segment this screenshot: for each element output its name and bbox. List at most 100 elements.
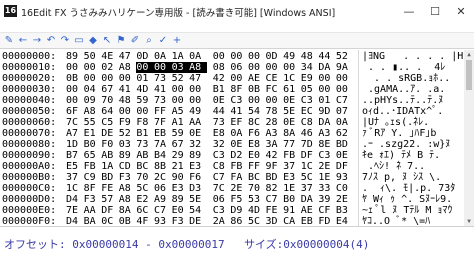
hex-byte[interactable]: 39 — [318, 194, 336, 205]
hex-byte[interactable]: 0D — [136, 51, 154, 62]
hex-byte[interactable]: 37 — [283, 161, 301, 172]
scroll-up-icon[interactable]: ▲ — [464, 50, 474, 59]
hex-byte[interactable]: 34 — [301, 62, 319, 73]
hex-byte[interactable]: F5 — [230, 194, 248, 205]
hex-byte[interactable]: 54 — [248, 106, 266, 117]
hex-byte[interactable]: 00 — [136, 106, 154, 117]
hex-byte[interactable]: 09 — [84, 95, 102, 106]
hex-byte[interactable]: C7 — [336, 95, 354, 106]
hex-byte[interactable]: 70 — [248, 183, 266, 194]
hex-byte[interactable]: D4 — [66, 194, 84, 205]
hex-byte[interactable]: FB — [283, 150, 301, 161]
row-ascii[interactable]: .ｰ .szg22. :w}ﾇ — [362, 139, 462, 150]
hex-byte[interactable]: 32 — [189, 139, 207, 150]
hex-byte[interactable]: 6F — [66, 106, 84, 117]
hex-byte[interactable]: 0A — [336, 117, 354, 128]
hex-byte[interactable]: C3 — [301, 95, 319, 106]
hex-byte[interactable]: 1E — [283, 183, 301, 194]
row-hex-bytes[interactable]: 00 00 02 A8 00 00 03 A8 08 06 00 00 00 34 DA 9A — [66, 62, 356, 73]
arrow-right-icon[interactable]: → — [31, 35, 43, 47]
hex-byte[interactable]: 6C — [136, 205, 154, 216]
hex-byte[interactable]: 00 — [189, 95, 207, 106]
hex-byte[interactable]: DE — [101, 128, 119, 139]
hex-byte[interactable]: 5C — [301, 172, 319, 183]
hex-byte[interactable]: 21 — [172, 161, 190, 172]
hex-byte[interactable]: C7 — [266, 194, 284, 205]
hex-byte[interactable]: FE — [266, 205, 284, 216]
hex-byte[interactable]: 00 — [101, 73, 119, 84]
hex-byte[interactable]: 50 — [84, 51, 102, 62]
row-hex-bytes[interactable]: E5 FB 1A CD BC 8B 21 E3 C8 FB FF 9F 37 1C 2E DF — [66, 161, 356, 172]
row-hex-bytes[interactable]: 89 50 4E 47 0D 0A 1A 0A 00 00 00 0D 49 48 44 52 — [66, 51, 356, 62]
bookmark-icon[interactable]: ⚑ — [115, 35, 127, 47]
redo-icon[interactable]: ↷ — [59, 35, 71, 47]
hex-byte[interactable]: 00 — [66, 95, 84, 106]
hex-byte[interactable]: 00 — [172, 95, 190, 106]
row-ascii[interactable]: ｷe ｫｴ) ﾃﾒ B ﾃ. — [362, 150, 462, 161]
hex-byte[interactable]: 73 — [154, 73, 172, 84]
hex-byte[interactable]: 00 — [84, 73, 102, 84]
row-ascii[interactable]: .gAMA..ｱ. .a. — [362, 84, 462, 95]
hex-byte[interactable]: 0E — [230, 139, 248, 150]
row-hex-bytes[interactable]: B7 65 AB 89 AB B4 29 89 C3 D2 E0 42 FB DF C3 0E — [66, 150, 356, 161]
hex-byte[interactable]: 03 — [171, 62, 190, 73]
hex-byte[interactable]: 00 — [119, 73, 137, 84]
hex-byte[interactable]: 7A — [154, 139, 172, 150]
hex-byte[interactable]: FC — [266, 84, 284, 95]
hex-byte[interactable]: 9D — [318, 106, 336, 117]
row-hex-bytes[interactable]: A7 E1 DE 52 B1 EB 59 0E E8 0A F6 A3 8A 46 A3 62 — [66, 128, 356, 139]
hex-byte[interactable]: FB — [84, 161, 102, 172]
hex-byte[interactable]: C3 — [230, 95, 248, 106]
hex-byte[interactable]: E3 — [172, 183, 190, 194]
pin-icon[interactable]: ✎ — [3, 35, 15, 47]
hex-byte[interactable]: 00 — [153, 62, 172, 73]
hex-byte[interactable]: 00 — [84, 62, 102, 73]
hex-byte[interactable]: C8 — [301, 117, 319, 128]
hex-byte[interactable]: 07 — [336, 106, 354, 117]
hex-byte[interactable]: 41 — [154, 84, 172, 95]
hex-byte[interactable]: 2A — [213, 216, 231, 226]
row-ascii[interactable]: ..pHYs..ﾃ..ﾃ.ﾇ — [362, 95, 462, 106]
hex-byte[interactable]: 08 — [213, 62, 231, 73]
hex-byte[interactable]: 42 — [213, 73, 231, 84]
hex-byte[interactable]: BA — [84, 216, 102, 226]
hex-byte[interactable]: C3 — [213, 205, 231, 216]
hex-byte[interactable]: FD — [318, 216, 336, 226]
hex-byte[interactable]: C8 — [213, 161, 231, 172]
hex-byte[interactable]: 1C — [301, 161, 319, 172]
hex-byte[interactable]: 37 — [66, 172, 84, 183]
hex-byte[interactable]: 89 — [189, 150, 207, 161]
hex-byte[interactable]: 00 — [172, 84, 190, 95]
hex-byte[interactable]: A3 — [266, 128, 284, 139]
hex-byte[interactable]: 0A — [154, 51, 172, 62]
hex-byte[interactable]: EB — [301, 216, 319, 226]
hex-byte[interactable]: 0E — [213, 95, 231, 106]
hex-byte[interactable]: 00 — [318, 73, 336, 84]
hex-byte[interactable]: A8 — [119, 183, 137, 194]
hex-byte[interactable]: 73 — [213, 117, 231, 128]
hex-byte[interactable]: 00 — [336, 73, 354, 84]
hex-byte[interactable]: 70 — [101, 95, 119, 106]
hex-byte[interactable]: 06 — [154, 183, 172, 194]
vertical-scrollbar[interactable]: ▲ ▼ — [464, 50, 474, 226]
hex-byte[interactable]: 4F — [136, 216, 154, 226]
search-icon[interactable]: ⌕ — [143, 35, 155, 47]
row-ascii[interactable]: oｨd..･IDATx^ﾟ. — [362, 106, 462, 117]
hex-byte[interactable]: 1E — [318, 172, 336, 183]
hex-byte[interactable]: F6 — [189, 172, 207, 183]
hex-byte[interactable]: 00 — [136, 62, 154, 73]
hex-byte[interactable]: B1 — [213, 84, 231, 95]
hex-byte[interactable]: 0E — [283, 95, 301, 106]
row-ascii[interactable]: . . ▮.. . 4ﾚ — [362, 62, 462, 73]
hex-byte[interactable]: 7F — [154, 117, 172, 128]
hex-byte[interactable]: C3 — [318, 150, 336, 161]
hex-byte[interactable]: 8B — [154, 161, 172, 172]
hex-byte[interactable]: DF — [101, 205, 119, 216]
hex-byte[interactable]: AE — [248, 73, 266, 84]
hex-byte[interactable]: 2E — [230, 183, 248, 194]
row-ascii[interactable]: ﾔｺ..O ﾞ* \=ﾊ — [362, 216, 462, 226]
hex-byte[interactable]: 1A — [172, 51, 190, 62]
mark-icon[interactable]: ✓ — [157, 35, 169, 47]
hex-byte[interactable]: 5E — [283, 106, 301, 117]
row-hex-bytes[interactable]: D4 F3 57 A8 E2 A9 89 5E 06 F5 53 C7 B0 DA 39 2E — [66, 194, 356, 205]
